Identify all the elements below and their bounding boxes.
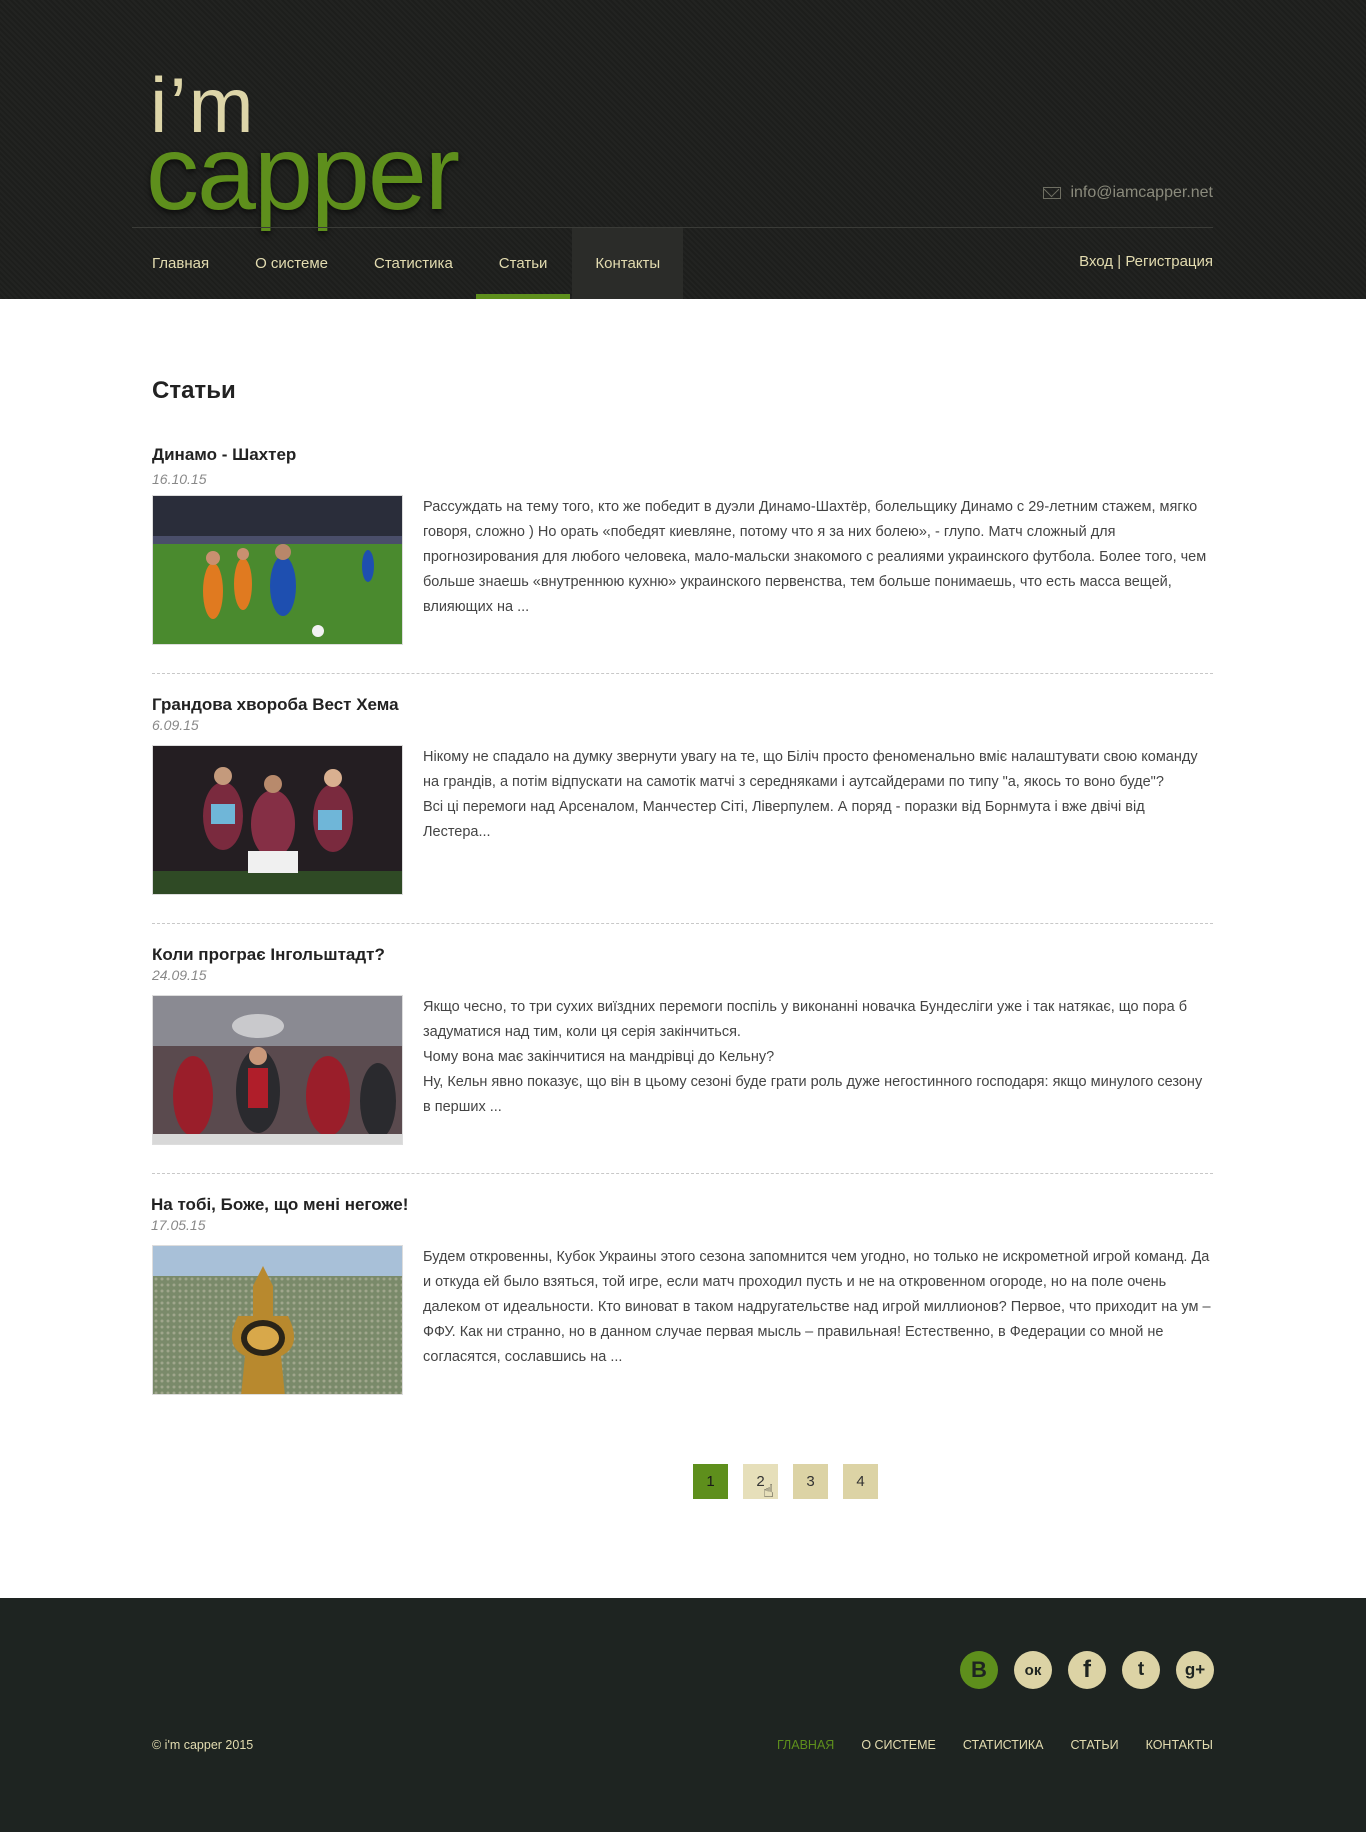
article-excerpt: Рассуждать на тему того, кто же победит … xyxy=(423,499,1207,615)
article-date: 24.09.15 xyxy=(152,967,207,983)
article-title[interactable]: Коли програє Інгольштадт? xyxy=(152,945,1213,965)
page-title: Статьи xyxy=(152,377,236,404)
page-button[interactable]: 2 ☝ xyxy=(743,1464,778,1501)
footer-nav-home[interactable]: ГЛАВНАЯ xyxy=(777,1738,834,1752)
excerpt-line: Якщо чесно, то три сухих виїздних перемо… xyxy=(423,999,1188,1040)
vk-icon[interactable]: В xyxy=(960,1651,998,1689)
header-email[interactable]: info@iamcapper.net xyxy=(1043,184,1213,202)
article-title[interactable]: На тобі, Боже, що мені негоже! xyxy=(151,1195,1212,1215)
article-body: Нікому не спадало на думку звернути уваг… xyxy=(152,745,1213,895)
email-text: info@iamcapper.net xyxy=(1070,184,1213,201)
article-item: Грандова хвороба Вест Хема 6.09.15 Ніком… xyxy=(152,695,1213,895)
site-footer: В ок f t g+ © i'm capper 2015 ГЛАВНАЯ О … xyxy=(0,1598,1366,1832)
article-excerpt: Нікому не спадало на думку звернути уваг… xyxy=(423,745,1213,845)
nav-item-articles[interactable]: Статьи xyxy=(475,228,571,299)
excerpt-line: Нікому не спадало на думку звернути уваг… xyxy=(423,749,1198,790)
article-separator xyxy=(152,923,1213,924)
article-excerpt: Якщо чесно, то три сухих виїздних перемо… xyxy=(423,995,1213,1120)
excerpt-line: Ну, Кельн явно показує, що він в цьому с… xyxy=(423,1074,1203,1115)
copyright: © i'm capper 2015 xyxy=(152,1738,254,1752)
article-thumbnail[interactable] xyxy=(152,745,403,895)
article-separator xyxy=(152,1173,1213,1174)
article-date: 17.05.15 xyxy=(151,1217,206,1233)
nav-item-contacts[interactable]: Контакты xyxy=(572,228,684,299)
article-excerpt: Будем откровенны, Кубок Украины этого се… xyxy=(423,1249,1211,1365)
page-button[interactable]: 4 xyxy=(843,1464,878,1499)
page-button[interactable]: 1 xyxy=(693,1464,728,1499)
auth-separator: | xyxy=(1117,253,1122,270)
excerpt-line: Всі ці перемоги над Арсеналом, Манчестер… xyxy=(423,799,1145,840)
footer-nav-contacts[interactable]: КОНТАКТЫ xyxy=(1146,1738,1213,1752)
article-title[interactable]: Грандова хвороба Вест Хема xyxy=(152,695,1213,715)
hand-cursor-icon: ☝ xyxy=(763,1481,774,1501)
article-body: Якщо чесно, то три сухих виїздних перемо… xyxy=(152,995,1213,1145)
site-logo[interactable]: i’m capper xyxy=(146,66,510,226)
site-header: i’m capper info@iamcapper.net Главная О … xyxy=(0,0,1366,299)
odnoklassniki-icon[interactable]: ок xyxy=(1014,1651,1052,1689)
logo-bottom-text: capper xyxy=(146,114,460,232)
article-item: Динамо - Шахтер 16.10.15 Рассуждать на т… xyxy=(152,445,1213,645)
footer-nav-statistics[interactable]: СТАТИСТИКА xyxy=(963,1738,1044,1752)
excerpt-line: Чому вона має закінчитися на мандрівці д… xyxy=(423,1049,775,1065)
article-separator xyxy=(152,673,1213,674)
footer-nav-articles[interactable]: СТАТЬИ xyxy=(1071,1738,1119,1752)
footer-nav-about[interactable]: О СИСТЕМЕ xyxy=(861,1738,936,1752)
article-item: На тобі, Боже, що мені негоже! 17.05.15 … xyxy=(151,1195,1212,1395)
pagination: 1 2 ☝ 3 4 xyxy=(693,1464,878,1501)
page-button[interactable]: 3 xyxy=(793,1464,828,1499)
facebook-icon[interactable]: f xyxy=(1068,1651,1106,1689)
article-title[interactable]: Динамо - Шахтер xyxy=(152,445,1213,465)
footer-nav: ГЛАВНАЯ О СИСТЕМЕ СТАТИСТИКА СТАТЬИ КОНТ… xyxy=(777,1738,1213,1752)
nav-item-statistics[interactable]: Статистика xyxy=(351,228,476,299)
article-thumbnail[interactable] xyxy=(152,1245,403,1395)
main-nav: Главная О системе Статистика Статьи Конт… xyxy=(129,228,684,299)
article-item: Коли програє Інгольштадт? 24.09.15 Якщо … xyxy=(152,945,1213,1145)
article-body: Рассуждать на тему того, кто же победит … xyxy=(152,495,1213,645)
article-body: Будем откровенны, Кубок Украины этого се… xyxy=(152,1245,1213,1395)
social-links: В ок f t g+ xyxy=(960,1651,1214,1689)
auth-links: Вход | Регистрация xyxy=(1079,253,1213,270)
mail-icon xyxy=(1043,187,1062,199)
article-thumbnail[interactable] xyxy=(152,495,403,645)
nav-item-about[interactable]: О системе xyxy=(232,228,351,299)
twitter-icon[interactable]: t xyxy=(1122,1651,1160,1689)
article-date: 6.09.15 xyxy=(152,717,199,733)
article-date: 16.10.15 xyxy=(152,471,207,487)
login-link[interactable]: Вход xyxy=(1079,253,1113,270)
article-thumbnail[interactable] xyxy=(152,995,403,1145)
google-plus-icon[interactable]: g+ xyxy=(1176,1651,1214,1689)
register-link[interactable]: Регистрация xyxy=(1125,253,1213,270)
nav-item-home[interactable]: Главная xyxy=(129,228,232,299)
